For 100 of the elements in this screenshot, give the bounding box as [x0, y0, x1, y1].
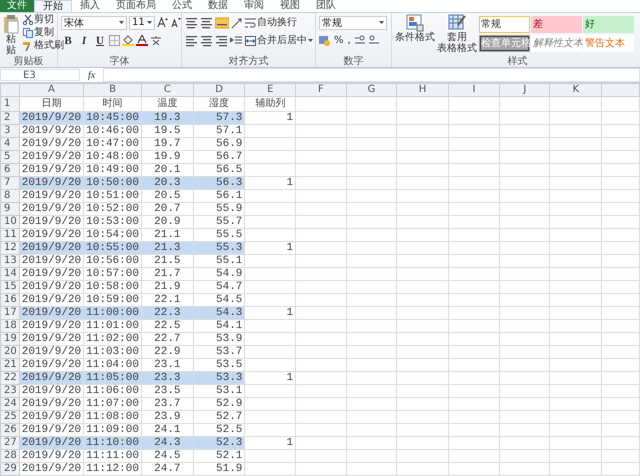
cell-style-option[interactable]: 警告文本 [583, 35, 634, 52]
column-header[interactable]: J [500, 84, 550, 96]
row-header[interactable]: 18 [0, 320, 20, 332]
merge-icon [245, 36, 256, 46]
row-header[interactable]: 21 [0, 358, 20, 372]
table-cell: 1 [244, 176, 296, 190]
table-cell: 24.3 [141, 436, 194, 450]
table-cell: 10:58:00 [84, 280, 142, 294]
column-header[interactable]: K [550, 84, 602, 96]
table-cell: 辅助列 [244, 96, 296, 112]
row-header[interactable]: 6 [0, 164, 20, 176]
table-cell: 55.7 [193, 216, 245, 228]
formula-input[interactable] [103, 68, 640, 82]
row-header[interactable]: 27 [0, 436, 20, 450]
group-label: 字体 [108, 56, 130, 67]
phonetic-icon [150, 35, 162, 46]
row-header[interactable]: 10 [0, 216, 20, 228]
table-cell: 1 [244, 242, 296, 254]
ribbon-tab[interactable]: 页面布局 [108, 0, 164, 12]
row-header[interactable]: 2 [0, 112, 20, 124]
table-cell: 56.9 [193, 138, 245, 150]
orientation-icon [231, 16, 243, 28]
ribbon-tab[interactable]: 数据 [200, 0, 236, 12]
row-header[interactable]: 3 [0, 124, 20, 138]
ribbon-tab[interactable]: 视图 [272, 0, 308, 12]
column-header[interactable]: A [19, 84, 84, 96]
row-header[interactable]: 8 [0, 190, 20, 202]
paste-button[interactable]: 粘贴 [3, 14, 19, 56]
table-cell: 23.9 [141, 410, 194, 424]
row-header[interactable]: 26 [0, 424, 20, 436]
row-header[interactable]: 16 [0, 294, 20, 306]
ribbon-tab[interactable]: 开始 [34, 0, 72, 12]
cell-style-option[interactable]: 解释性文本 [531, 35, 582, 52]
format-painter-button[interactable]: 格式刷 [22, 40, 65, 52]
row-header[interactable]: 29 [0, 462, 20, 476]
row-header[interactable]: 9 [0, 202, 20, 216]
name-box[interactable]: E3 [0, 69, 80, 81]
row-header[interactable]: 17 [0, 306, 20, 320]
row-header[interactable]: 5 [0, 150, 20, 164]
row-header[interactable]: 12 [0, 242, 20, 254]
column-header[interactable]: H [396, 84, 448, 96]
row-header[interactable]: 4 [0, 138, 20, 150]
cell-style-option[interactable]: 差 [531, 16, 582, 33]
column-header[interactable]: I [448, 84, 500, 96]
italic-button[interactable]: I [77, 34, 91, 46]
table-cell: 20.9 [141, 216, 194, 228]
accounting-icon [319, 35, 331, 46]
conditional-format-button[interactable]: 条件格式 [395, 14, 435, 43]
row-header[interactable]: 11 [0, 228, 20, 242]
column-header[interactable]: F [296, 84, 346, 96]
row-header[interactable]: 20 [0, 346, 20, 358]
table-cell: 11:03:00 [84, 346, 142, 358]
table-format-button[interactable]: 套用 表格格式 [437, 14, 477, 54]
group-label: 数字 [342, 56, 364, 67]
function-label[interactable]: fx [84, 70, 100, 80]
table-cell: 10:55:00 [84, 242, 142, 254]
column-header[interactable]: B [84, 84, 142, 96]
row-header[interactable]: 22 [0, 372, 20, 384]
row-header[interactable]: 23 [0, 384, 20, 398]
row-header[interactable]: 1 [0, 96, 20, 112]
wrap-text-button[interactable]: 自动换行 [244, 16, 298, 28]
decrease-decimal-icon [368, 35, 380, 46]
caret-icon [379, 20, 384, 24]
select-all-corner[interactable] [0, 84, 20, 96]
ribbon-tab[interactable]: 公式 [164, 0, 200, 12]
row-header[interactable]: 24 [0, 398, 20, 410]
table-cell: 10:51:00 [84, 190, 142, 202]
table-cell: 11:01:00 [84, 320, 142, 332]
table-cell: 20.7 [141, 202, 194, 216]
table-cell: 56.7 [193, 150, 245, 164]
merge-center-button[interactable]: 合并后居中 [244, 34, 314, 46]
font-size-dropdown[interactable]: 11 [129, 16, 155, 30]
column-header[interactable]: G [346, 84, 397, 96]
row-header[interactable]: 19 [0, 332, 20, 346]
cell-style-option[interactable]: 好 [583, 16, 634, 33]
column-header[interactable]: E [244, 84, 296, 96]
font-name-dropdown[interactable]: 宋体 [61, 16, 127, 30]
row-header[interactable]: 28 [0, 450, 20, 462]
underline-button[interactable]: U [93, 34, 107, 46]
table-cell: 21.3 [141, 242, 194, 254]
table-cell: 10:57:00 [84, 268, 142, 280]
row-header[interactable]: 7 [0, 176, 20, 190]
table-cell: 23.7 [141, 398, 194, 410]
group-label: 样式 [506, 56, 528, 67]
column-header[interactable]: D [193, 84, 245, 96]
column-header[interactable]: C [141, 84, 194, 96]
comma-button[interactable]: , [346, 34, 352, 46]
number-format-dropdown[interactable]: 常规 [319, 16, 387, 30]
cell-style-option[interactable]: 常规 [479, 16, 530, 33]
row-header[interactable]: 13 [0, 254, 20, 268]
row-header[interactable]: 14 [0, 268, 20, 280]
table-cell: 23.5 [141, 384, 194, 398]
table-cell: 52.7 [193, 410, 245, 424]
font-color-icon [136, 35, 148, 46]
row-header[interactable]: 15 [0, 280, 20, 294]
row-header[interactable]: 25 [0, 410, 20, 424]
ribbon-tab[interactable]: 团队 [308, 0, 344, 12]
percent-button[interactable]: % [333, 34, 345, 46]
ribbon-tab[interactable]: 插入 [72, 0, 108, 12]
table-cell: 22.9 [141, 346, 194, 358]
